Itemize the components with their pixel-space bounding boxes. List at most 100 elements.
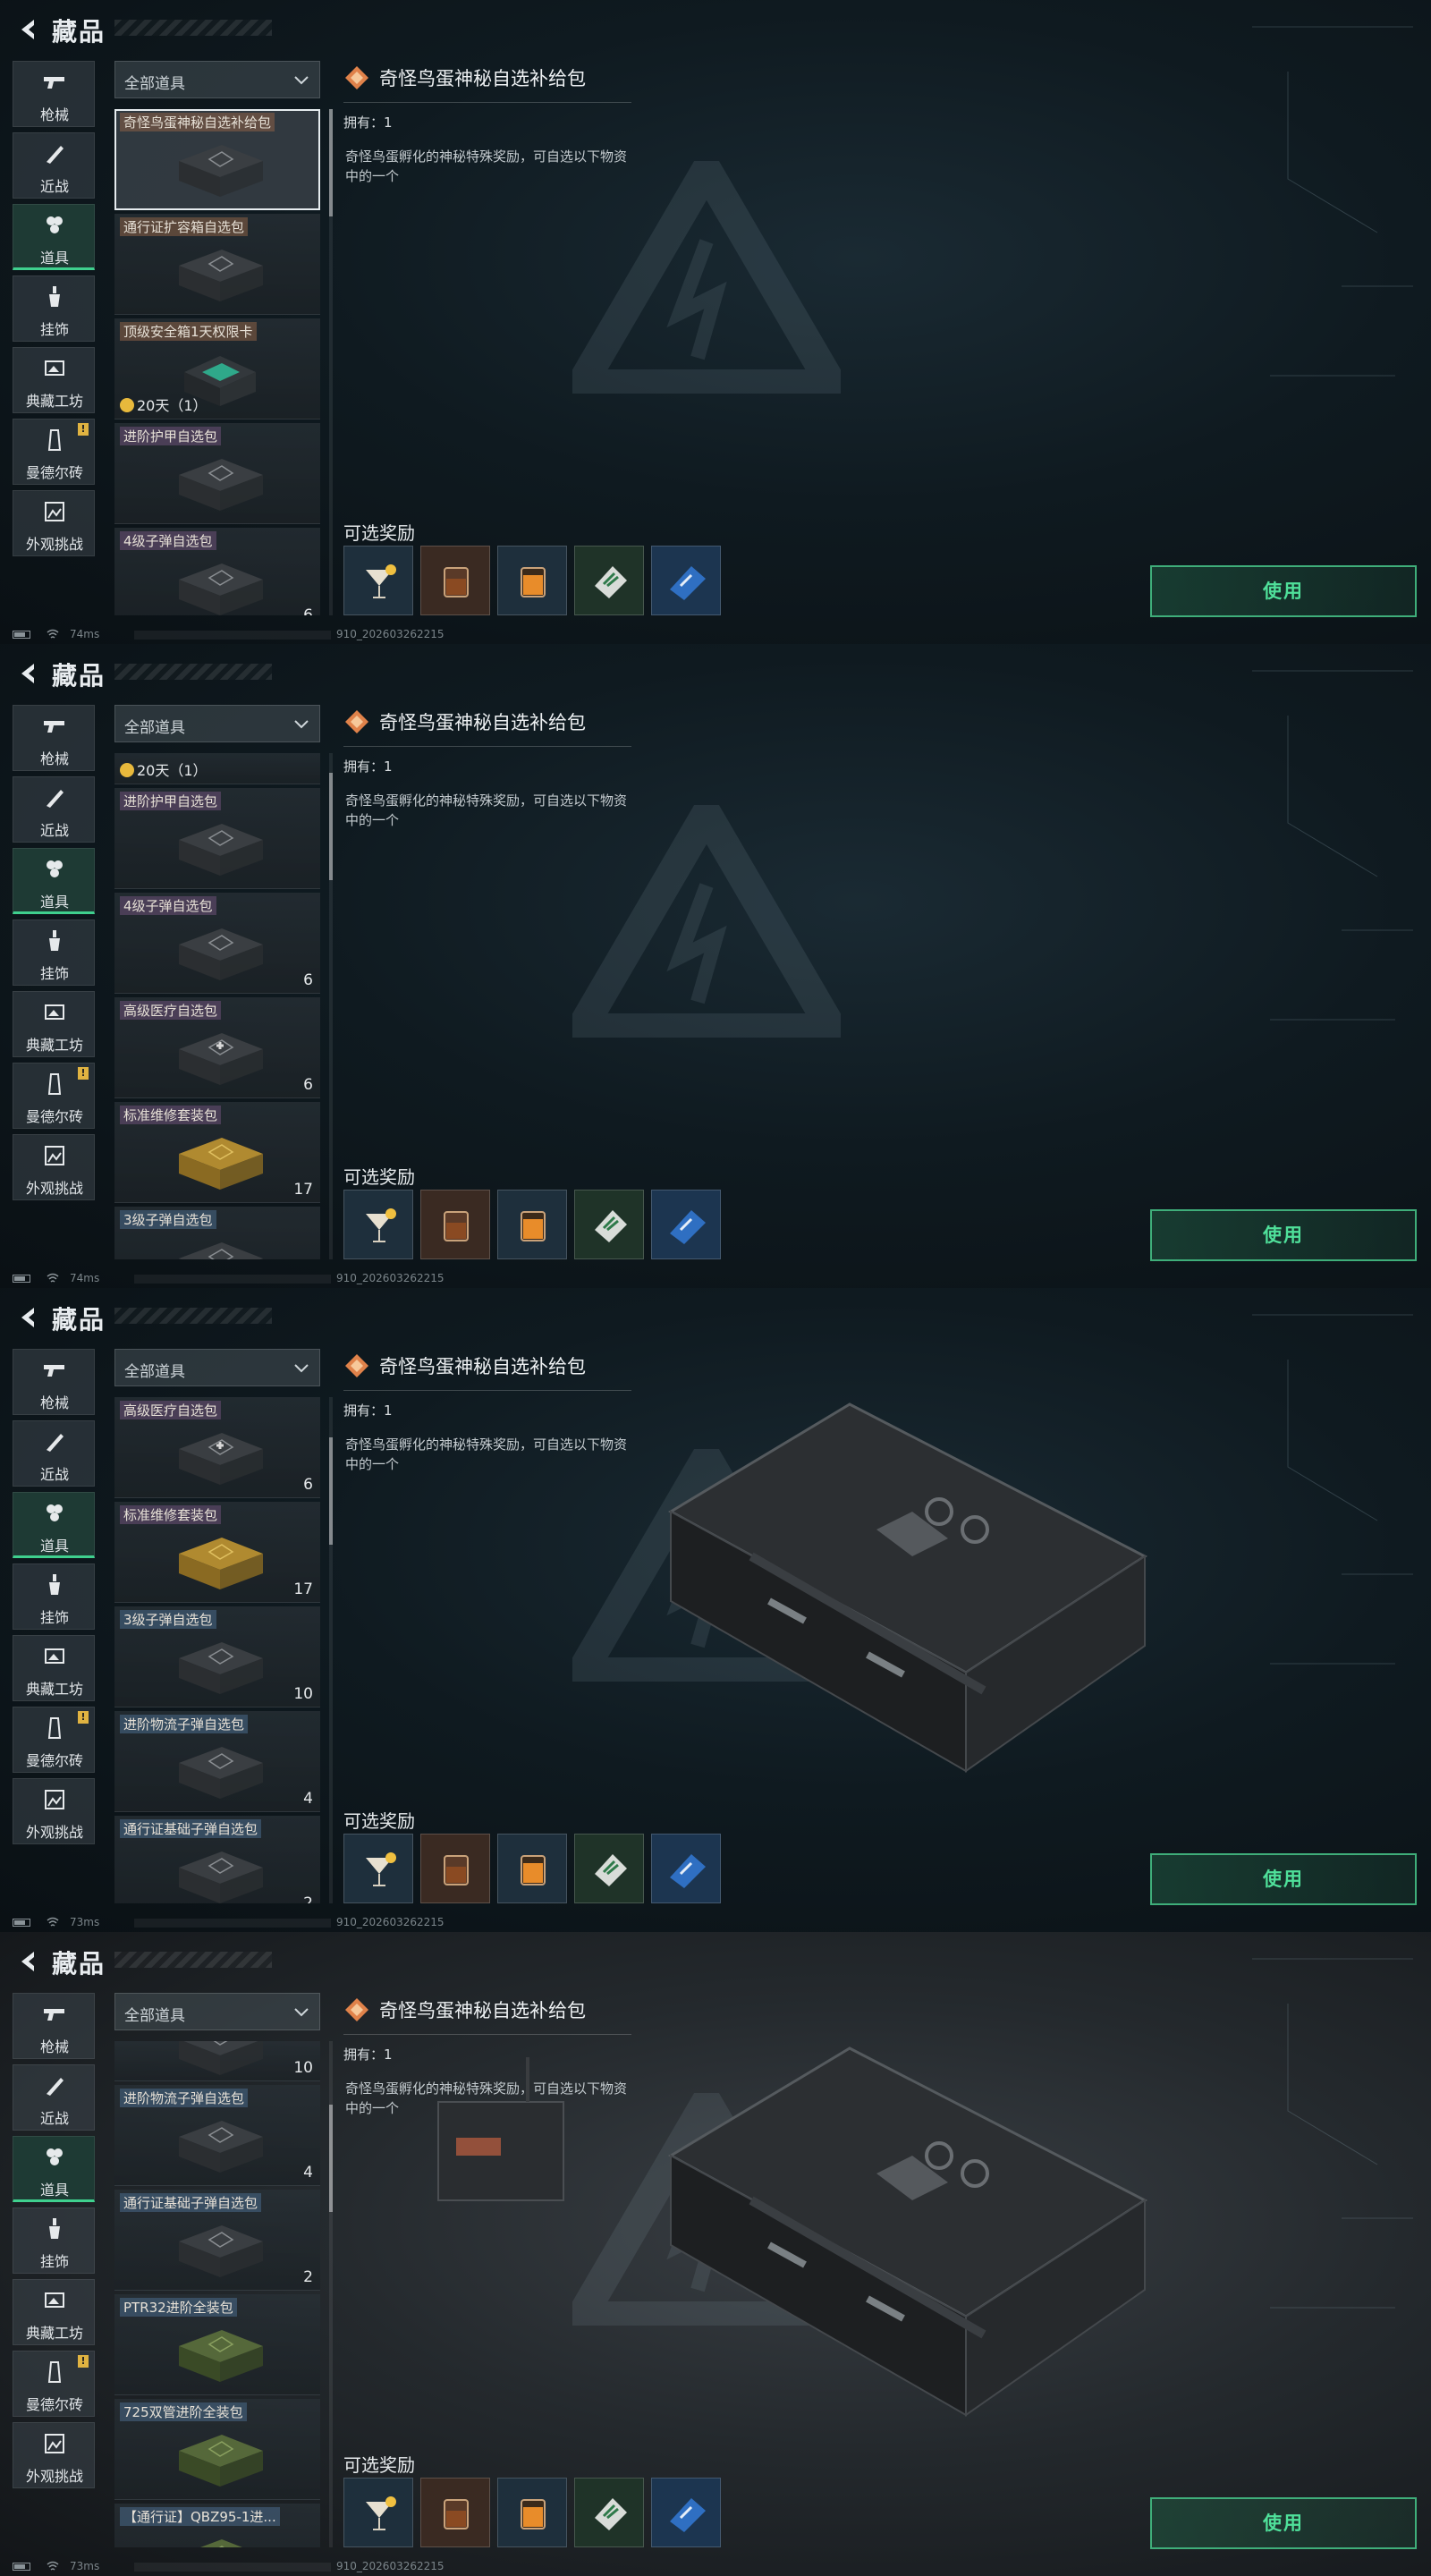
category-label: 典藏工坊 [25, 1037, 83, 1054]
list-scrollbar[interactable] [329, 753, 333, 1259]
list-item[interactable]: 进阶物流子弹自选包 4 [114, 1711, 320, 1812]
category-tab[interactable]: 典藏工坊 [13, 347, 95, 413]
category-tab[interactable]: 枪械 [13, 61, 95, 127]
reward-option[interactable] [651, 2478, 721, 2547]
list-item[interactable]: 通行证基础子弹自选包 2 [114, 2190, 320, 2291]
list-item[interactable]: 通行证基础子弹自选包 2 [114, 1816, 320, 1903]
list-item[interactable]: 进阶护甲自选包 [114, 423, 320, 524]
category-tab[interactable]: 典藏工坊 [13, 2279, 95, 2345]
use-button[interactable]: 使用 [1150, 2497, 1417, 2549]
clock-icon [120, 398, 134, 412]
category-tab[interactable]: 曼德尔砖! [13, 1707, 95, 1773]
use-button[interactable]: 使用 [1150, 565, 1417, 617]
item-preview-model[interactable] [644, 2021, 1163, 2433]
item-list[interactable]: 20天（1） 进阶护甲自选包 4级子弹自选包 6 高级医疗自选包 6 标准维修套装包 17 3级… [114, 753, 322, 1259]
reward-option[interactable] [420, 1190, 490, 1259]
list-item[interactable]: 标准维修套装包 17 [114, 1502, 320, 1603]
reward-option[interactable] [420, 1834, 490, 1903]
category-tab[interactable]: 外观挑战 [13, 2422, 95, 2488]
category-tab[interactable]: 近战 [13, 1420, 95, 1487]
reward-option[interactable] [343, 1190, 413, 1259]
category-tab[interactable]: 枪械 [13, 1349, 95, 1415]
reward-option[interactable] [651, 1190, 721, 1259]
category-tab[interactable]: 近战 [13, 2064, 95, 2131]
list-item[interactable]: 高级医疗自选包 6 [114, 1397, 320, 1498]
item-list[interactable]: 奇怪鸟蛋神秘自选补给包 通行证扩容箱自选包 顶级安全箱1天权限卡 20天（1） 进阶护甲… [114, 109, 322, 615]
category-tab[interactable]: 典藏工坊 [13, 1635, 95, 1701]
reward-option[interactable] [343, 2478, 413, 2547]
item-filter-dropdown[interactable]: 全部道具 [114, 705, 320, 742]
category-tab[interactable]: 挂饰 [13, 1563, 95, 1630]
category-tab[interactable]: 外观挑战 [13, 490, 95, 556]
list-item[interactable]: 标准维修套装包 17 [114, 1102, 320, 1203]
category-tab[interactable]: 近战 [13, 776, 95, 843]
list-item[interactable]: 进阶护甲自选包 [114, 788, 320, 889]
category-tab[interactable]: 枪械 [13, 1993, 95, 2059]
reward-option[interactable] [497, 2478, 567, 2547]
category-tab[interactable]: 挂饰 [13, 919, 95, 986]
reward-option[interactable] [651, 1834, 721, 1903]
list-item[interactable]: 通行证扩容箱自选包 [114, 214, 320, 315]
list-item-partial[interactable]: 20天（1） [114, 753, 320, 784]
back-arrow-icon[interactable] [13, 1302, 43, 1333]
list-item[interactable]: 顶级安全箱1天权限卡 20天（1） [114, 318, 320, 419]
category-tab[interactable]: 挂饰 [13, 2207, 95, 2274]
category-tab[interactable]: 外观挑战 [13, 1134, 95, 1200]
timer-text: 20天（1） [137, 762, 207, 779]
list-scrollbar[interactable] [329, 1397, 333, 1903]
category-tab[interactable]: 道具 [13, 1492, 95, 1558]
category-tab[interactable]: 曼德尔砖! [13, 1063, 95, 1129]
list-item[interactable]: 4级子弹自选包 6 [114, 893, 320, 994]
list-item[interactable]: 高级医疗自选包 6 [114, 997, 320, 1098]
reward-option[interactable] [497, 1190, 567, 1259]
list-item[interactable]: 10 [114, 2041, 320, 2081]
item-list[interactable]: 10 进阶物流子弹自选包 4 通行证基础子弹自选包 2 PTR32进阶全装包 725双管进阶… [114, 2041, 322, 2547]
reward-option[interactable] [420, 2478, 490, 2547]
list-item[interactable]: PTR32进阶全装包 [114, 2294, 320, 2395]
item-filter-dropdown[interactable]: 全部道具 [114, 1349, 320, 1386]
reward-option[interactable] [651, 546, 721, 615]
category-tab[interactable]: 道具 [13, 204, 95, 270]
reward-option[interactable] [343, 546, 413, 615]
list-item[interactable]: 【通行证】QBZ95-1进... [114, 2504, 320, 2547]
brick-icon [41, 1071, 68, 1097]
item-preview-model[interactable] [644, 1377, 1163, 1789]
list-item[interactable]: 进阶物流子弹自选包 4 [114, 2085, 320, 2186]
reward-option[interactable] [574, 546, 644, 615]
item-filter-dropdown[interactable]: 全部道具 [114, 61, 320, 98]
reward-option[interactable] [420, 546, 490, 615]
scrollbar-thumb[interactable] [329, 2105, 333, 2212]
use-button[interactable]: 使用 [1150, 1853, 1417, 1905]
list-item[interactable]: 3级子弹自选包 [114, 1207, 320, 1259]
scrollbar-thumb[interactable] [329, 773, 333, 880]
category-tab[interactable]: 外观挑战 [13, 1778, 95, 1844]
category-tab[interactable]: 道具 [13, 2136, 95, 2202]
list-scrollbar[interactable] [329, 109, 333, 615]
reward-option[interactable] [497, 1834, 567, 1903]
list-scrollbar[interactable] [329, 2041, 333, 2547]
category-tab[interactable]: 道具 [13, 848, 95, 914]
list-item[interactable]: 奇怪鸟蛋神秘自选补给包 [114, 109, 320, 210]
use-button[interactable]: 使用 [1150, 1209, 1417, 1261]
category-tab[interactable]: 近战 [13, 132, 95, 199]
reward-option[interactable] [497, 546, 567, 615]
item-list[interactable]: 高级医疗自选包 6 标准维修套装包 17 3级子弹自选包 10 进阶物流子弹自选包 4 通行证基… [114, 1397, 322, 1903]
scrollbar-thumb[interactable] [329, 109, 333, 216]
scrollbar-thumb[interactable] [329, 1437, 333, 1545]
category-tab[interactable]: 曼德尔砖! [13, 419, 95, 485]
reward-option[interactable] [574, 2478, 644, 2547]
reward-option[interactable] [574, 1190, 644, 1259]
reward-option[interactable] [574, 1834, 644, 1903]
back-arrow-icon[interactable] [13, 1946, 43, 1977]
list-item[interactable]: 725双管进阶全装包 [114, 2399, 320, 2500]
category-tab[interactable]: 枪械 [13, 705, 95, 771]
back-arrow-icon[interactable] [13, 658, 43, 689]
list-item[interactable]: 3级子弹自选包 10 [114, 1606, 320, 1707]
reward-option[interactable] [343, 1834, 413, 1903]
category-tab[interactable]: 挂饰 [13, 275, 95, 342]
back-arrow-icon[interactable] [13, 14, 43, 45]
category-tab[interactable]: 曼德尔砖! [13, 2351, 95, 2417]
list-item[interactable]: 4级子弹自选包 6 [114, 528, 320, 615]
item-filter-dropdown[interactable]: 全部道具 [114, 1993, 320, 2030]
category-tab[interactable]: 典藏工坊 [13, 991, 95, 1057]
